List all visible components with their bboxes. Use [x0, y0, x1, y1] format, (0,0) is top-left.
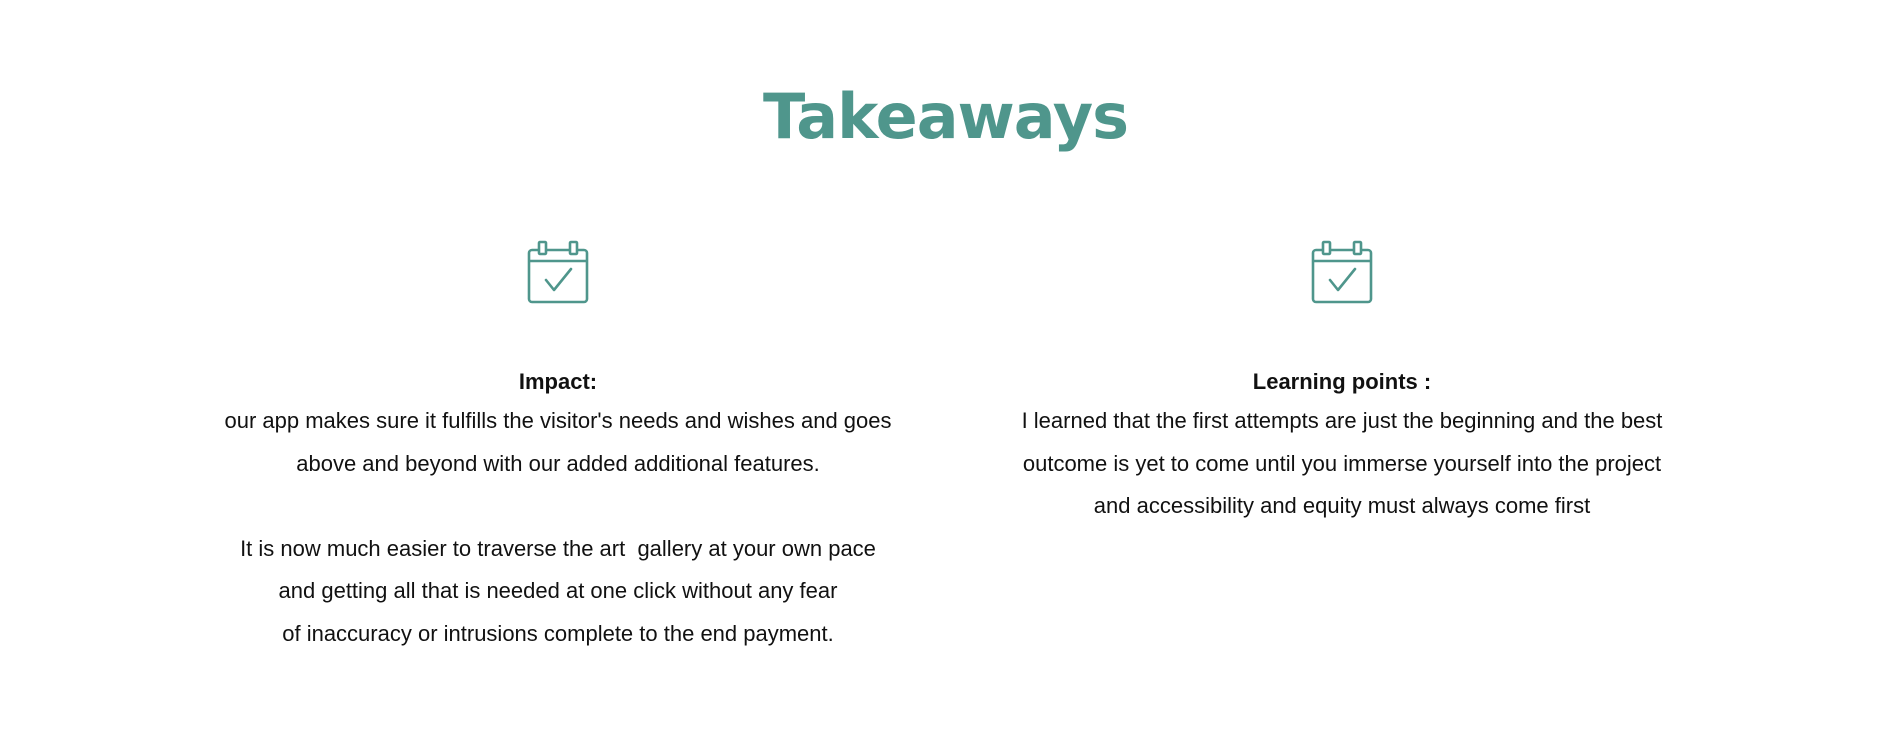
calendar-check-icon — [526, 240, 590, 306]
learning-points-paragraph: I learned that the first attempts are ju… — [962, 400, 1722, 528]
impact-text-line: above and beyond with our added addition… — [296, 450, 820, 476]
impact-text-line: our app makes sure it fulfills the visit… — [224, 408, 892, 433]
impact-text-line: of inaccuracy or intrusions complete to … — [282, 620, 834, 646]
learning-points-text-line: outcome is yet to come until you immerse… — [1022, 450, 1662, 476]
impact-paragraph-1: our app makes sure it fulfills the visit… — [178, 400, 938, 485]
impact-paragraph-2: It is now much easier to traverse the ar… — [178, 528, 938, 656]
impact-section: Impact: our app makes sure it fulfills t… — [178, 240, 938, 655]
learning-points-section: Learning points : I learned that the fir… — [962, 240, 1722, 528]
learning-points-text-line: and accessibility and equity must always… — [1093, 493, 1591, 518]
impact-text-line: and getting all that is needed at one cl… — [278, 578, 838, 603]
impact-heading: Impact: — [518, 369, 598, 394]
page-title: Takeaways — [762, 79, 1129, 153]
learning-points-heading: Learning points : — [1252, 369, 1432, 394]
impact-text-line: It is now much easier to traverse the ar… — [240, 535, 876, 561]
calendar-check-icon — [1310, 240, 1374, 306]
learning-points-text-line: I learned that the first attempts are ju… — [1021, 408, 1663, 433]
